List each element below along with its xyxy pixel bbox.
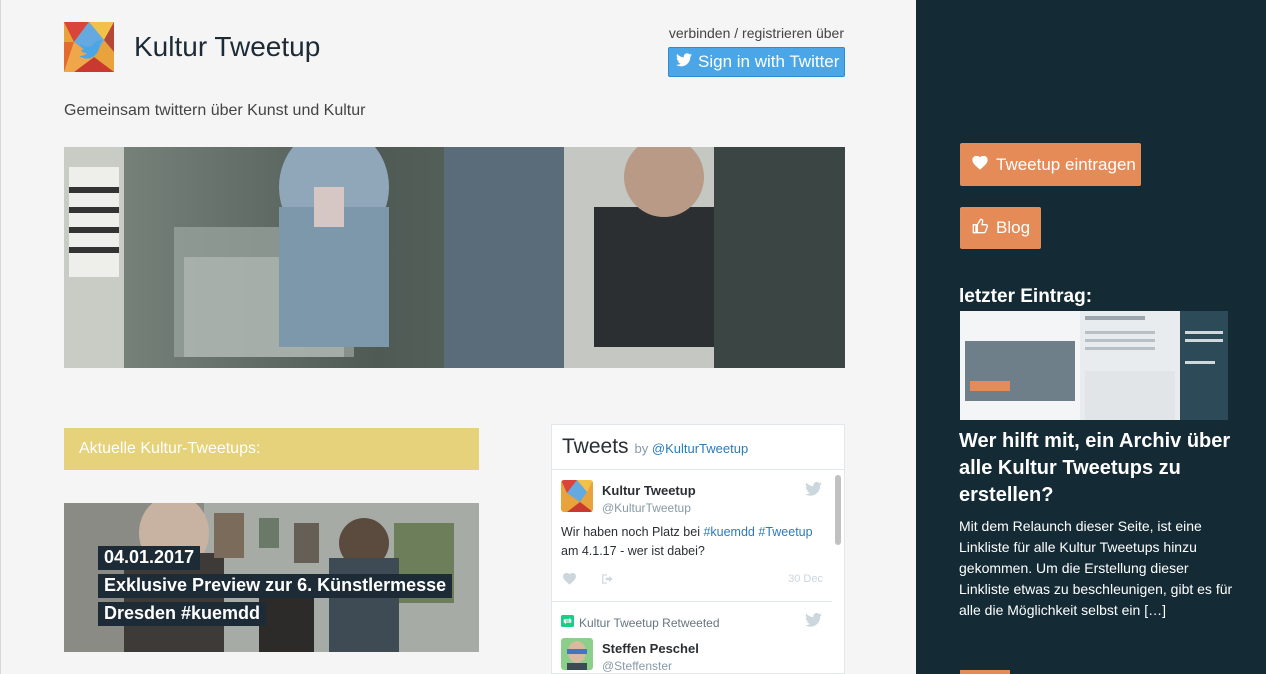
tweet-actions: 30 Dec bbox=[561, 571, 823, 587]
main-column: Kultur Tweetup verbinden / registrieren … bbox=[0, 0, 916, 674]
share-icon[interactable] bbox=[601, 572, 615, 590]
tweet-author-name[interactable]: Steffen Peschel bbox=[602, 641, 699, 656]
avatar[interactable] bbox=[561, 480, 593, 512]
sign-in-with-twitter-button[interactable]: Sign in with Twitter bbox=[668, 47, 845, 77]
tweets-widget-header: Tweets by @KulturTweetup bbox=[552, 425, 844, 470]
tweet-date[interactable]: 30 Dec bbox=[788, 573, 823, 585]
heart-icon[interactable] bbox=[563, 572, 576, 590]
site-logo[interactable] bbox=[64, 22, 114, 72]
section-heading-current-tweetups: Aktuelle Kultur-Tweetups: bbox=[64, 428, 479, 470]
tweets-account-link[interactable]: @KulturTweetup bbox=[652, 441, 748, 456]
thumbs-up-icon bbox=[972, 218, 989, 239]
event-date: 04.01.2017 bbox=[98, 546, 201, 570]
twitter-bird-icon[interactable] bbox=[805, 612, 822, 632]
event-text: 04.01.2017 Exklusive Preview zur 6. Küns… bbox=[98, 546, 453, 630]
tweet-author-name[interactable]: Kultur Tweetup bbox=[602, 483, 696, 498]
heart-icon bbox=[972, 155, 988, 175]
event-title-line1[interactable]: Exklusive Preview zur 6. Künstlermesse bbox=[98, 574, 453, 598]
retweet-label: Kultur Tweetup Retweeted bbox=[579, 615, 720, 630]
event-card[interactable]: 04.01.2017 Exklusive Preview zur 6. Küns… bbox=[64, 503, 479, 652]
last-entry-title[interactable]: Wer hilft mit, ein Archiv über alle Kult… bbox=[959, 428, 1239, 509]
tweetup-eintragen-button[interactable]: Tweetup eintragen bbox=[960, 143, 1141, 186]
tweets-scrollbar[interactable] bbox=[835, 475, 841, 545]
tweet-text-suffix: am 4.1.17 - wer ist dabei? bbox=[561, 544, 705, 558]
avatar[interactable] bbox=[561, 638, 593, 670]
site-title[interactable]: Kultur Tweetup bbox=[134, 31, 320, 63]
blog-label: Blog bbox=[996, 218, 1031, 237]
tweetup-eintragen-label: Tweetup eintragen bbox=[996, 154, 1136, 174]
retweet-line: Kultur Tweetup Retweeted bbox=[561, 615, 720, 630]
tagline: Gemeinsam twittern über Kunst und Kultur bbox=[64, 102, 366, 119]
tweets-by-label: by bbox=[634, 441, 649, 456]
blog-button[interactable]: Blog bbox=[960, 207, 1041, 249]
last-entry-label: letzter Eintrag: bbox=[959, 286, 1093, 307]
hero-image bbox=[64, 147, 845, 368]
sidebar: Tweetup eintragen Blog letzter Eintrag: … bbox=[916, 0, 1266, 674]
hashtag-link[interactable]: #kuemdd bbox=[703, 525, 754, 539]
hashtag-link[interactable]: #Tweetup bbox=[758, 525, 812, 539]
twitter-bird-icon[interactable] bbox=[805, 481, 822, 501]
last-entry-thumbnail[interactable] bbox=[960, 311, 1228, 420]
event-title-line2[interactable]: Dresden #kuemdd bbox=[98, 602, 267, 626]
tweet-text: Wir haben noch Platz bei #kuemdd #Tweetu… bbox=[561, 523, 821, 561]
tweet-author-handle[interactable]: @Steffenster bbox=[602, 659, 672, 673]
last-entry-excerpt: Mit dem Relaunch dieser Seite, ist eine … bbox=[959, 518, 1233, 618]
tweets-widget[interactable]: Tweets by @KulturTweetup Kultur Tweetup … bbox=[551, 424, 845, 674]
tweets-widget-by: by @KulturTweetup bbox=[635, 441, 749, 456]
twitter-bird-icon bbox=[676, 52, 692, 72]
retweet-icon bbox=[561, 615, 574, 630]
more-button-partial[interactable] bbox=[960, 670, 1010, 674]
tweet-text-prefix: Wir haben noch Platz bei bbox=[561, 525, 704, 539]
twitter-button-label: Sign in with Twitter bbox=[698, 52, 840, 71]
tweet-item[interactable]: Kultur Tweetup @KulturTweetup Wir haben … bbox=[552, 480, 832, 602]
tweets-widget-title: Tweets bbox=[562, 435, 629, 458]
connect-label: verbinden / registrieren über bbox=[668, 25, 844, 41]
tweet-author-handle[interactable]: @KulturTweetup bbox=[602, 501, 691, 515]
